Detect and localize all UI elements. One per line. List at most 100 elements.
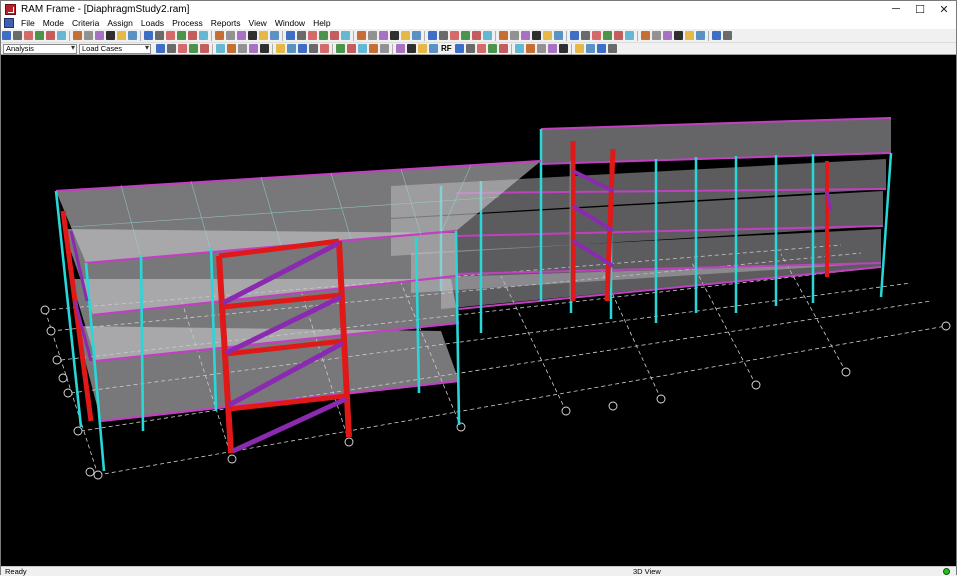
toolbar-tool-icon[interactable] — [429, 44, 438, 53]
toolbar-tool-icon[interactable] — [308, 31, 317, 40]
menu-loads[interactable]: Loads — [137, 17, 168, 29]
menu-mode[interactable]: Mode — [39, 17, 68, 29]
toolbar-tool-icon[interactable] — [106, 31, 115, 40]
app-logo-icon[interactable] — [5, 3, 16, 15]
toolbar-tool-icon[interactable] — [476, 44, 486, 53]
toolbar-tool-icon[interactable] — [454, 44, 464, 53]
maximize-button[interactable]: ☐ — [908, 1, 932, 17]
mode-combo[interactable]: Analysis — [3, 43, 77, 54]
toolbar-tool-icon[interactable] — [84, 31, 93, 40]
toolbar-tool-icon[interactable] — [674, 31, 683, 40]
menu-help[interactable]: Help — [309, 17, 334, 29]
toolbar-tool-icon[interactable] — [46, 31, 55, 40]
toolbar-tool-icon[interactable] — [117, 31, 126, 40]
toolbar-tool-icon[interactable] — [320, 44, 329, 53]
toolbar-tool-icon[interactable] — [215, 31, 224, 40]
toolbar-tool-icon[interactable] — [178, 44, 187, 53]
toolbar-tool-icon[interactable] — [330, 31, 339, 40]
toolbar-tool-icon[interactable] — [641, 31, 650, 40]
toolbar-tool-icon[interactable] — [319, 31, 328, 40]
toolbar-tool-icon[interactable] — [390, 31, 399, 40]
toolbar-tool-icon[interactable] — [309, 44, 318, 53]
toolbar-tool-icon[interactable] — [286, 31, 295, 40]
toolbar-tool-icon[interactable] — [128, 31, 137, 40]
toolbar-tool-icon[interactable] — [341, 31, 350, 40]
toolbar-tool-icon[interactable] — [581, 31, 590, 40]
toolbar-tool-icon[interactable] — [547, 44, 557, 53]
toolbar-tool-icon[interactable] — [472, 31, 481, 40]
toolbar-tool-icon[interactable] — [199, 31, 208, 40]
toolbar-tool-icon[interactable] — [260, 44, 269, 53]
toolbar-tool-icon[interactable] — [407, 44, 416, 53]
toolbar-tool-icon[interactable] — [614, 31, 623, 40]
toolbar-tool-icon[interactable] — [237, 31, 246, 40]
load-case-combo[interactable]: Load Cases — [79, 43, 151, 54]
toolbar-tool-icon[interactable] — [227, 44, 236, 53]
toolbar-tool-icon[interactable] — [396, 44, 405, 53]
toolbar-tool-icon[interactable] — [276, 44, 285, 53]
minimize-button[interactable]: ─ — [884, 1, 908, 17]
toolbar-tool-icon[interactable] — [498, 44, 508, 53]
toolbar-tool-icon[interactable] — [418, 44, 427, 53]
toolbar-tool-icon[interactable] — [461, 31, 470, 40]
toolbar-tool-icon[interactable] — [226, 31, 235, 40]
toolbar-tool-icon[interactable] — [412, 31, 421, 40]
toolbar-tool-icon[interactable] — [166, 31, 175, 40]
toolbar-tool-icon[interactable] — [428, 31, 437, 40]
toolbar-tool-icon[interactable] — [270, 31, 279, 40]
toolbar-tool-icon[interactable] — [532, 31, 541, 40]
rf-button[interactable]: RF — [441, 44, 452, 53]
toolbar-tool-icon[interactable] — [238, 44, 247, 53]
toolbar-tool-icon[interactable] — [358, 44, 367, 53]
close-button[interactable]: ✕ — [932, 1, 956, 17]
toolbar-tool-icon[interactable] — [368, 31, 377, 40]
toolbar-tool-icon[interactable] — [592, 31, 601, 40]
toolbar-tool-icon[interactable] — [450, 31, 459, 40]
toolbar-tool-icon[interactable] — [57, 31, 66, 40]
menu-window[interactable]: Window — [271, 17, 309, 29]
toolbar-tool-icon[interactable] — [336, 44, 345, 53]
toolbar-tool-icon[interactable] — [554, 31, 563, 40]
toolbar-tool-icon[interactable] — [499, 31, 508, 40]
menu-assign[interactable]: Assign — [103, 17, 137, 29]
toolbar-tool-icon[interactable] — [521, 31, 530, 40]
structure-3d-model[interactable] — [1, 55, 956, 566]
toolbar-tool-icon[interactable] — [95, 31, 104, 40]
toolbar-tool-icon[interactable] — [297, 31, 306, 40]
toolbar-tool-icon[interactable] — [401, 31, 410, 40]
toolbar-tool-icon[interactable] — [574, 44, 584, 53]
toolbar-tool-icon[interactable] — [248, 31, 257, 40]
menu-process[interactable]: Process — [168, 17, 207, 29]
toolbar-tool-icon[interactable] — [189, 44, 198, 53]
toolbar-tool-icon[interactable] — [216, 44, 225, 53]
toolbar-tool-icon[interactable] — [712, 31, 721, 40]
toolbar-tool-icon[interactable] — [188, 31, 197, 40]
toolbar-tool-icon[interactable] — [487, 44, 497, 53]
toolbar-tool-icon[interactable] — [298, 44, 307, 53]
toolbar-tool-icon[interactable] — [558, 44, 568, 53]
toolbar-tool-icon[interactable] — [696, 31, 705, 40]
toolbar-tool-icon[interactable] — [685, 31, 694, 40]
toolbar-tool-icon[interactable] — [514, 44, 524, 53]
toolbar-tool-icon[interactable] — [663, 31, 672, 40]
toolbar-tool-icon[interactable] — [525, 44, 535, 53]
toolbar-tool-icon[interactable] — [607, 44, 617, 53]
toolbar-tool-icon[interactable] — [13, 31, 22, 40]
toolbar-tool-icon[interactable] — [177, 31, 186, 40]
toolbar-tool-icon[interactable] — [24, 31, 33, 40]
toolbar-tool-icon[interactable] — [536, 44, 546, 53]
toolbar-tool-icon[interactable] — [585, 44, 595, 53]
toolbar-tool-icon[interactable] — [156, 44, 165, 53]
3d-view-viewport[interactable] — [1, 55, 956, 566]
menu-file[interactable]: File — [17, 17, 39, 29]
toolbar-tool-icon[interactable] — [483, 31, 492, 40]
toolbar-tool-icon[interactable] — [347, 44, 356, 53]
toolbar-tool-icon[interactable] — [543, 31, 552, 40]
toolbar-tool-icon[interactable] — [357, 31, 366, 40]
toolbar-tool-icon[interactable] — [510, 31, 519, 40]
title-bar[interactable]: RAM Frame - [DiaphragmStudy2.ram] ─ ☐ ✕ — [1, 1, 956, 17]
toolbar-tool-icon[interactable] — [439, 31, 448, 40]
toolbar-tool-icon[interactable] — [570, 31, 579, 40]
toolbar-tool-icon[interactable] — [249, 44, 258, 53]
toolbar-tool-icon[interactable] — [369, 44, 378, 53]
